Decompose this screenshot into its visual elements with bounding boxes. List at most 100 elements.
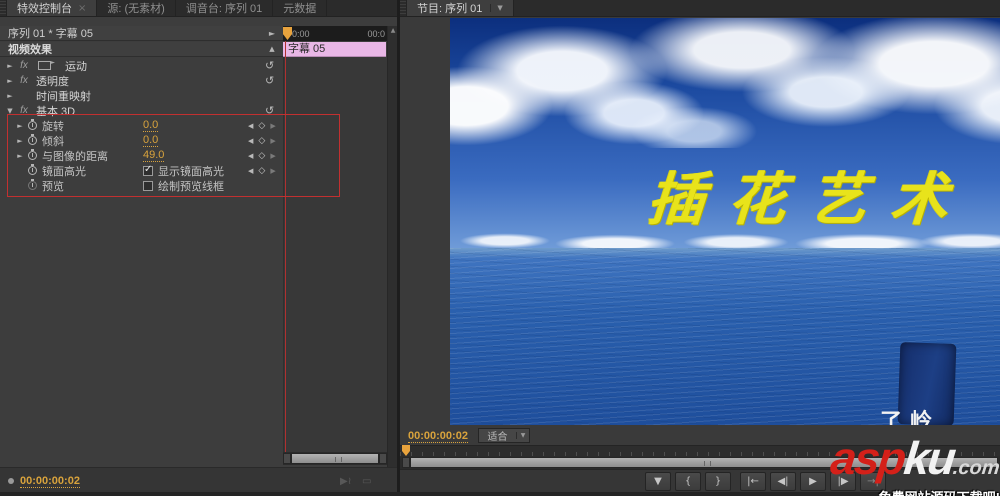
- effect-label: 基本 3D: [36, 105, 76, 118]
- timeline-toggle-icon[interactable]: ►: [266, 29, 278, 38]
- panel-grip[interactable]: [0, 0, 7, 16]
- add-marker-button[interactable]: ▼: [645, 472, 671, 491]
- tab-label: 源: (无素材): [107, 3, 165, 15]
- tab-source[interactable]: 源: (无素材): [97, 0, 176, 16]
- toggle-audio-units-icon[interactable]: ▭: [362, 476, 371, 487]
- tab-close-icon[interactable]: ×: [78, 3, 86, 14]
- partial-watermark-text: 了岭: [880, 409, 941, 425]
- video-clouds: [450, 18, 1000, 148]
- effect-row-basic-3d[interactable]: ▼ fx 基本 3D ↺: [0, 103, 283, 118]
- timeline-clip[interactable]: 字幕 05: [283, 42, 386, 57]
- preview-checkbox-group: 绘制预览线框: [143, 178, 224, 194]
- mark-out-button[interactable]: }: [705, 472, 731, 491]
- mark-in-button[interactable]: {: [675, 472, 701, 491]
- toggle-animation-icon[interactable]: [28, 119, 37, 130]
- site-watermark: aspku.com 免费网站源码下载吧!: [817, 432, 1000, 496]
- ruler-tick-label: 0:00: [292, 29, 310, 39]
- expander-icon[interactable]: ►: [4, 77, 16, 85]
- add-keyframe-icon[interactable]: ◇: [258, 166, 265, 176]
- effect-row-motion[interactable]: ► fx 运动 ↺: [0, 58, 283, 73]
- fx-badge-icon[interactable]: fx: [16, 75, 32, 86]
- go-to-in-button[interactable]: |←: [740, 472, 766, 491]
- tab-metadata[interactable]: 元数据: [273, 0, 328, 16]
- tab-label: 节目: 序列 01: [417, 3, 483, 15]
- expander-icon[interactable]: ►: [14, 137, 26, 145]
- param-value[interactable]: 0.0: [143, 119, 159, 132]
- prev-keyframe-icon[interactable]: ◀: [248, 137, 253, 145]
- toggle-animation-icon[interactable]: [28, 179, 37, 190]
- fx-badge-icon[interactable]: fx: [16, 60, 32, 71]
- keyframe-nav: ◀ ◇ ▶: [248, 121, 276, 131]
- expander-icon[interactable]: ▼: [4, 107, 16, 115]
- step-back-icon: ◀|: [777, 476, 789, 487]
- expander-icon[interactable]: ►: [14, 152, 26, 160]
- param-row-distance[interactable]: ► 与图像的距离 49.0 ◀ ◇ ▶: [0, 148, 283, 163]
- status-dot-icon: [8, 478, 14, 484]
- next-keyframe-icon[interactable]: ▶: [270, 167, 275, 175]
- fx-badge-icon[interactable]: fx: [16, 105, 32, 116]
- next-keyframe-icon[interactable]: ▶: [270, 137, 275, 145]
- param-row-tilt[interactable]: ► 倾斜 0.0 ◀ ◇ ▶: [0, 133, 283, 148]
- collapse-section-icon[interactable]: ▲: [266, 45, 278, 53]
- horizontal-scrollbar[interactable]: [283, 452, 387, 465]
- reset-effect-icon[interactable]: ↺: [265, 59, 274, 72]
- mini-timeline-ruler[interactable]: 0:00 00:0: [283, 26, 387, 41]
- prev-keyframe-icon[interactable]: ◀: [248, 122, 253, 130]
- effect-row-time-remap[interactable]: ► 时间重映射: [0, 88, 283, 103]
- add-keyframe-icon[interactable]: ◇: [258, 136, 265, 146]
- add-keyframe-icon[interactable]: ◇: [258, 151, 265, 161]
- effect-row-opacity[interactable]: ► fx 透明度 ↺: [0, 73, 283, 88]
- step-back-button[interactable]: ◀|: [770, 472, 796, 491]
- expander-icon[interactable]: ►: [14, 122, 26, 130]
- next-keyframe-icon[interactable]: ▶: [270, 122, 275, 130]
- effect-label: 运动: [65, 60, 87, 73]
- param-row-rotation[interactable]: ► 旋转 0.0 ◀ ◇ ▶: [0, 118, 283, 133]
- toggle-animation-icon[interactable]: [28, 134, 37, 145]
- clip-label: 字幕 05: [288, 43, 326, 55]
- reset-effect-icon[interactable]: ↺: [265, 74, 274, 87]
- param-value[interactable]: 0.0: [143, 134, 159, 147]
- effect-label: 时间重映射: [36, 90, 91, 103]
- param-value[interactable]: 49.0: [143, 149, 165, 162]
- scroll-left-button[interactable]: [283, 453, 291, 464]
- checkbox-checked-icon[interactable]: [143, 164, 153, 176]
- watermark-brand-white: ku: [901, 432, 957, 484]
- motion-icon: [38, 59, 55, 70]
- keyframe-nav: ◀ ◇ ▶: [248, 166, 276, 176]
- checkbox-unchecked-icon[interactable]: [143, 180, 153, 191]
- panel-grip[interactable]: [400, 0, 407, 16]
- play-audio-icon[interactable]: ▶≀: [340, 476, 351, 487]
- zoom-level-select[interactable]: 适合 ▼: [478, 428, 530, 443]
- effect-controls-panel: 序列 01 * 字幕 05 ► 视频效果 ▲ ► fx 运动 ↺ ► fx 透明…: [0, 17, 397, 496]
- scroll-left-button[interactable]: [402, 457, 410, 468]
- prev-keyframe-icon[interactable]: ◀: [248, 167, 253, 175]
- tab-program-monitor[interactable]: 节目: 序列 01 ▼: [407, 0, 514, 16]
- toggle-animation-icon[interactable]: [28, 164, 37, 175]
- vertical-scrollbar[interactable]: ▲ ▼: [387, 26, 397, 485]
- zoom-level-value: 适合: [487, 432, 508, 443]
- current-timecode[interactable]: 00:00:00:02: [20, 475, 80, 488]
- scrollbar-thumb[interactable]: [291, 453, 379, 464]
- chevron-down-icon: ▼: [516, 432, 529, 439]
- video-frame[interactable]: 插花艺术 了岭: [450, 18, 1000, 425]
- add-keyframe-icon[interactable]: ◇: [258, 121, 265, 131]
- param-label: 与图像的距离: [42, 150, 108, 163]
- program-monitor-panel: 插花艺术 了岭 00:00:00:02 适合 ▼ ▼ { } |← ◀| ▶ |…: [400, 17, 1000, 496]
- param-row-specular[interactable]: 镜面高光 显示镜面高光 ◀ ◇ ▶: [0, 163, 283, 178]
- param-label: 倾斜: [42, 135, 64, 148]
- scroll-right-button[interactable]: [379, 453, 387, 464]
- prev-keyframe-icon[interactable]: ◀: [248, 152, 253, 160]
- chevron-down-icon[interactable]: ▼: [490, 4, 503, 12]
- program-timecode[interactable]: 00:00:00:02: [408, 430, 468, 443]
- reset-effect-icon[interactable]: ↺: [265, 104, 274, 117]
- expander-icon[interactable]: ►: [4, 92, 16, 100]
- watermark-logo: aspku.com: [817, 432, 1000, 491]
- playhead-line[interactable]: [285, 41, 286, 452]
- expander-icon[interactable]: ►: [4, 62, 16, 70]
- tab-audio-mixer[interactable]: 调音台: 序列 01: [176, 0, 274, 16]
- keyframe-timeline-area[interactable]: [283, 57, 387, 452]
- tab-effect-controls[interactable]: 特效控制台 ×: [7, 0, 98, 16]
- toggle-animation-icon[interactable]: [28, 149, 37, 160]
- next-keyframe-icon[interactable]: ▶: [270, 152, 275, 160]
- param-row-preview[interactable]: 预览 绘制预览线框: [0, 178, 283, 193]
